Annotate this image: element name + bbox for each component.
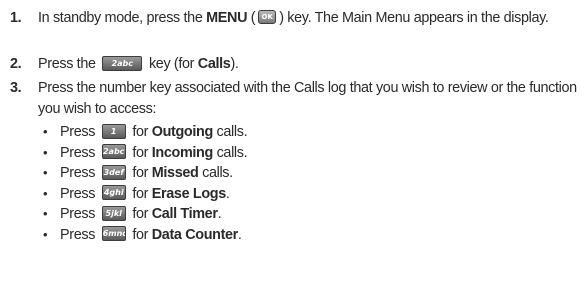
for-text: for (132, 144, 149, 161)
option-name: Missed (151, 165, 199, 181)
key-5-icon: 5jkl (101, 205, 126, 221)
ok-key-icon: OK (258, 10, 277, 25)
key-4-icon: 4ghi (101, 185, 126, 201)
step-number: 2. (10, 56, 22, 72)
key-2-icon: 2abc (101, 144, 126, 160)
press-text: Press (60, 206, 96, 222)
step-text-part: ). (230, 56, 239, 72)
option-name: Outgoing (151, 124, 213, 140)
step-text-part: ( (247, 10, 256, 26)
step-text: Press the 2abc key (for Calls). (38, 54, 586, 75)
menu-keyword: MENU (206, 10, 248, 26)
for-text: for (132, 124, 149, 140)
manual-page: 1. In standby mode, press the MENU (OK) … (0, 0, 586, 296)
list-item: • Press 4ghi for Erase Logs. (40, 184, 580, 205)
option-suffix: calls. (212, 124, 248, 140)
option-suffix: calls. (212, 144, 248, 161)
step-text-part: ) key. The Main Menu appears in the disp… (279, 10, 549, 26)
calls-keyword: Calls (197, 56, 231, 72)
for-text: for (132, 165, 149, 181)
key-1-icon: 1 (101, 123, 126, 139)
for-text: for (132, 206, 149, 222)
option-suffix: . (225, 185, 230, 202)
list-item: • Press 5jkl for Call Timer. (40, 204, 580, 225)
bullet-icon: • (43, 226, 48, 242)
press-text: Press (60, 124, 96, 140)
press-text: Press (60, 165, 96, 181)
press-text: Press (60, 226, 96, 243)
bullet-icon: • (43, 124, 48, 139)
option-suffix: . (217, 206, 222, 222)
option-name: Call Timer (151, 206, 218, 222)
step-number: 1. (10, 10, 22, 26)
press-text: Press (60, 185, 96, 202)
option-name: Erase Logs (151, 185, 226, 202)
key-2-icon: 2abc (102, 55, 143, 71)
option-suffix: calls. (198, 165, 233, 181)
step-text: In standby mode, press the MENU (OK) key… (38, 8, 586, 29)
step-text-part: In standby mode, press the (38, 10, 207, 26)
list-item: • Press 3def for Missed calls. (40, 163, 580, 184)
option-name: Incoming (151, 144, 214, 161)
option-name: Data Counter (151, 226, 239, 243)
list-item: • Press 2abc for Incoming calls. (40, 143, 580, 164)
press-text: Press (60, 144, 96, 161)
for-text: for (132, 226, 149, 243)
calls-options-list: • Press 1 for Outgoing calls. • Press 2a… (40, 122, 580, 245)
step-text-part: Press the (38, 56, 100, 72)
step-number: 3. (10, 80, 22, 96)
option-suffix: . (237, 226, 242, 243)
bullet-icon: • (43, 144, 48, 160)
key-3-icon: 3def (101, 164, 126, 180)
for-text: for (132, 185, 149, 202)
key-6-icon: 6mno (101, 226, 126, 242)
bullet-icon: • (43, 165, 48, 180)
list-item: • Press 1 for Outgoing calls. (40, 122, 580, 143)
bullet-icon: • (43, 185, 48, 201)
step-text-part: key (for (145, 56, 198, 72)
bullet-icon: • (43, 206, 48, 221)
list-item: • Press 6mno for Data Counter. (40, 225, 580, 246)
step-text: Press the number key associated with the… (38, 80, 577, 117)
